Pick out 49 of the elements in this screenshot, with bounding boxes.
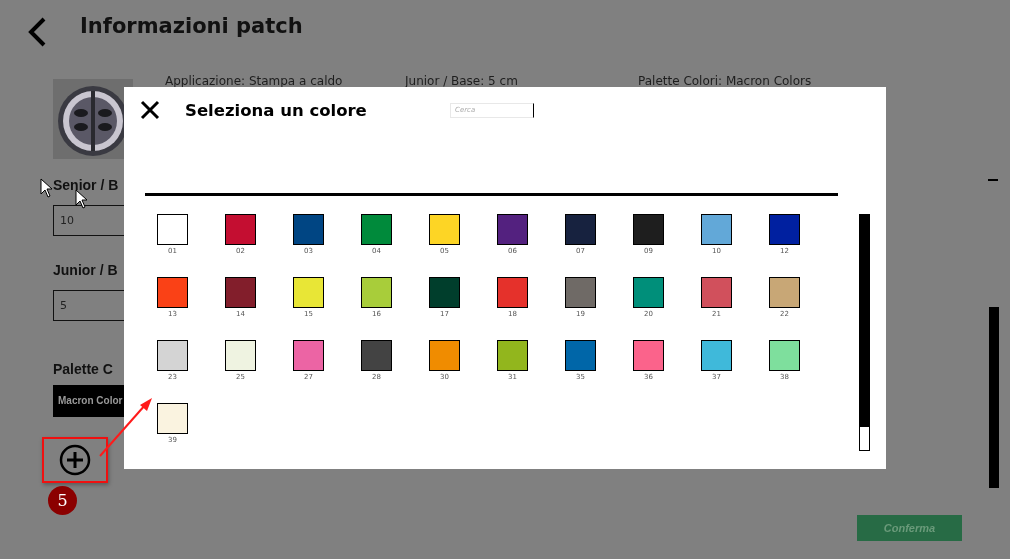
color-swatch[interactable]: [769, 214, 800, 245]
color-swatch[interactable]: [361, 277, 392, 308]
add-icon[interactable]: [59, 444, 91, 476]
color-swatch[interactable]: [429, 277, 460, 308]
color-swatch[interactable]: [633, 277, 664, 308]
info-text: Applicazione: Stampa a caldo: [165, 74, 344, 88]
color-swatch[interactable]: [497, 277, 528, 308]
field-label: Junior / B: [53, 262, 118, 280]
color-swatch[interactable]: [157, 214, 188, 245]
color-swatch[interactable]: [565, 277, 596, 308]
color-swatch[interactable]: [293, 214, 324, 245]
cursor-icon: [75, 189, 89, 209]
color-swatch[interactable]: [293, 340, 324, 371]
color-swatch[interactable]: [225, 214, 256, 245]
field-label: Senior / B: [53, 177, 119, 195]
close-icon[interactable]: [140, 100, 160, 120]
color-swatch[interactable]: [701, 277, 732, 308]
page-title: Informazioni patch: [80, 14, 303, 38]
scrollbar[interactable]: [859, 214, 870, 451]
color-swatch[interactable]: [633, 214, 664, 245]
color-swatch[interactable]: [429, 340, 460, 371]
info-text: Palette Colori: Macron Colors: [638, 74, 812, 88]
color-swatch[interactable]: [565, 340, 596, 371]
dialog-title: Seleziona un colore: [185, 100, 368, 120]
color-swatch[interactable]: [565, 214, 596, 245]
back-icon[interactable]: [27, 17, 47, 47]
color-swatch[interactable]: [769, 277, 800, 308]
confirm-button[interactable]: Conferma: [857, 515, 962, 541]
color-swatch[interactable]: [225, 277, 256, 308]
color-swatch[interactable]: [293, 277, 324, 308]
color-swatch[interactable]: [157, 403, 188, 434]
color-swatch[interactable]: [157, 340, 188, 371]
color-swatch[interactable]: [361, 214, 392, 245]
scrollbar[interactable]: [989, 307, 999, 488]
color-swatch[interactable]: [497, 340, 528, 371]
color-swatch[interactable]: [429, 214, 460, 245]
arrow: [98, 396, 154, 458]
info-text: Junior / Base: 5 cm: [405, 74, 519, 88]
color-swatch[interactable]: [701, 340, 732, 371]
field-label: Palette C: [53, 361, 113, 379]
cursor-icon: [40, 178, 54, 198]
color-swatch[interactable]: [225, 340, 256, 371]
color-swatch[interactable]: [157, 277, 188, 308]
color-swatch[interactable]: [361, 340, 392, 371]
color-swatch[interactable]: [497, 214, 528, 245]
color-swatch[interactable]: [633, 340, 664, 371]
color-swatch[interactable]: [769, 340, 800, 371]
step-badge: 5: [48, 486, 77, 515]
color-swatch[interactable]: [701, 214, 732, 245]
